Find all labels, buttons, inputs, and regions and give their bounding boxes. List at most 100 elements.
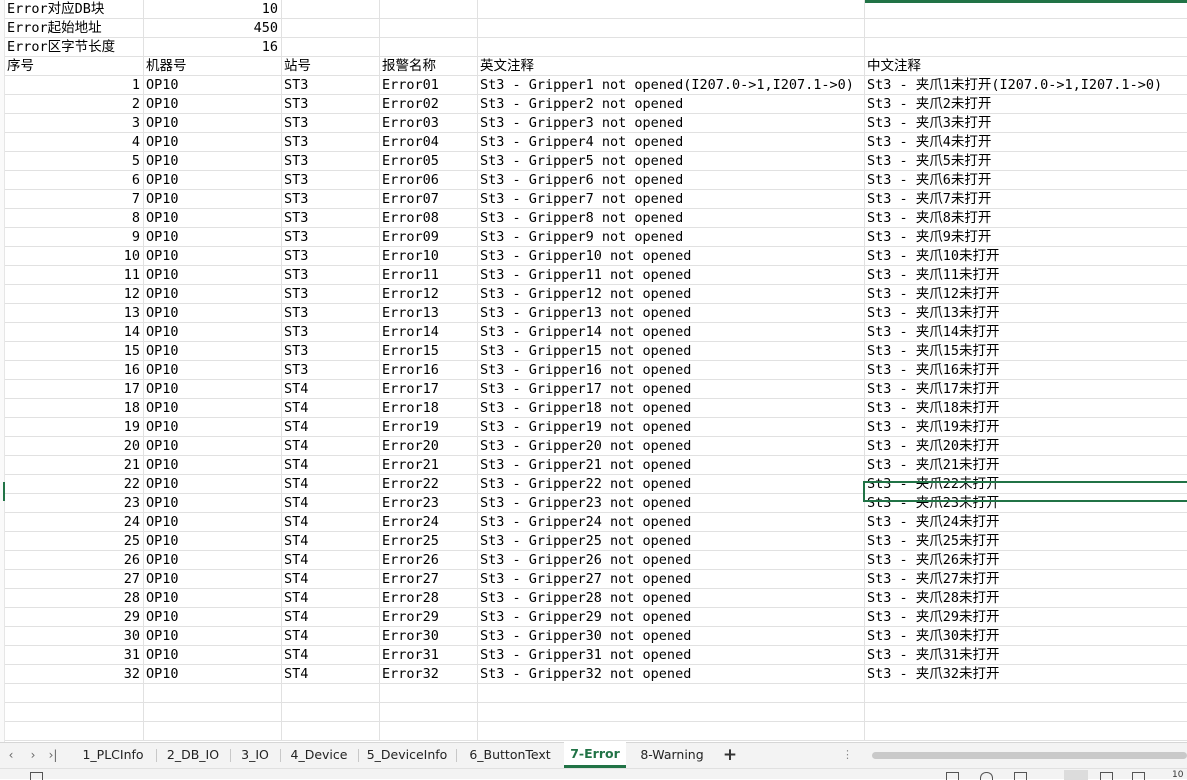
english-comment-cell[interactable]: St3 - Gripper15 not opened	[478, 342, 865, 361]
empty-cell[interactable]	[478, 0, 865, 19]
english-comment-cell[interactable]: St3 - Gripper2 not opened	[478, 95, 865, 114]
seq-number-cell[interactable]: 27	[5, 570, 144, 589]
station-number-cell[interactable]: ST3	[282, 171, 380, 190]
last-sheet-icon[interactable]: ›|	[46, 747, 60, 763]
alarm-name-cell[interactable]: Error26	[380, 551, 478, 570]
chinese-comment-cell[interactable]: St3 - 夹爪3未打开	[865, 114, 1187, 133]
station-number-cell[interactable]: ST3	[282, 152, 380, 171]
english-comment-cell[interactable]: St3 - Gripper11 not opened	[478, 266, 865, 285]
machine-number-cell[interactable]: OP10	[144, 418, 282, 437]
empty-cell[interactable]	[282, 19, 380, 38]
machine-number-cell[interactable]: OP10	[144, 665, 282, 684]
config-value[interactable]: 16	[144, 38, 282, 57]
config-value[interactable]: 450	[144, 19, 282, 38]
station-number-cell[interactable]: ST4	[282, 437, 380, 456]
station-number-cell[interactable]: ST4	[282, 399, 380, 418]
machine-number-cell[interactable]: OP10	[144, 627, 282, 646]
station-number-cell[interactable]: ST3	[282, 361, 380, 380]
alarm-name-cell[interactable]: Error31	[380, 646, 478, 665]
seq-number-cell[interactable]: 22	[5, 475, 144, 494]
column-header-chinese-comment[interactable]: 中文注释	[865, 57, 1187, 76]
empty-cell[interactable]	[865, 38, 1187, 57]
chinese-comment-cell[interactable]: St3 - 夹爪10未打开	[865, 247, 1187, 266]
station-number-cell[interactable]: ST3	[282, 209, 380, 228]
alarm-name-cell[interactable]: Error09	[380, 228, 478, 247]
english-comment-cell[interactable]: St3 - Gripper24 not opened	[478, 513, 865, 532]
alarm-name-cell[interactable]: Error18	[380, 399, 478, 418]
horizontal-scrollbar[interactable]	[872, 752, 1187, 759]
station-number-cell[interactable]: ST4	[282, 513, 380, 532]
seq-number-cell[interactable]: 11	[5, 266, 144, 285]
column-header-alarm-name[interactable]: 报警名称	[380, 57, 478, 76]
chinese-comment-cell[interactable]: St3 - 夹爪24未打开	[865, 513, 1187, 532]
empty-cell[interactable]	[282, 0, 380, 19]
chinese-comment-cell[interactable]: St3 - 夹爪6未打开	[865, 171, 1187, 190]
machine-number-cell[interactable]: OP10	[144, 152, 282, 171]
sheet-tab-3-io[interactable]: 3_IO	[230, 743, 280, 768]
english-comment-cell[interactable]: St3 - Gripper12 not opened	[478, 285, 865, 304]
alarm-name-cell[interactable]: Error06	[380, 171, 478, 190]
station-number-cell[interactable]: ST4	[282, 646, 380, 665]
seq-number-cell[interactable]: 31	[5, 646, 144, 665]
chinese-comment-cell[interactable]: St3 - 夹爪8未打开	[865, 209, 1187, 228]
alarm-name-cell[interactable]: Error11	[380, 266, 478, 285]
alarm-name-cell[interactable]: Error15	[380, 342, 478, 361]
sheet-tab-2-db-io[interactable]: 2_DB_IO	[156, 743, 230, 768]
machine-number-cell[interactable]: OP10	[144, 247, 282, 266]
english-comment-cell[interactable]: St3 - Gripper23 not opened	[478, 494, 865, 513]
machine-number-cell[interactable]: OP10	[144, 285, 282, 304]
station-number-cell[interactable]: ST4	[282, 456, 380, 475]
machine-number-cell[interactable]: OP10	[144, 551, 282, 570]
machine-number-cell[interactable]: OP10	[144, 114, 282, 133]
english-comment-cell[interactable]: St3 - Gripper10 not opened	[478, 247, 865, 266]
seq-number-cell[interactable]: 24	[5, 513, 144, 532]
alarm-name-cell[interactable]: Error25	[380, 532, 478, 551]
seq-number-cell[interactable]: 7	[5, 190, 144, 209]
column-header-seq-number[interactable]: 序号	[5, 57, 144, 76]
alarm-name-cell[interactable]: Error05	[380, 152, 478, 171]
empty-cell[interactable]	[865, 703, 1187, 722]
alarm-name-cell[interactable]: Error29	[380, 608, 478, 627]
alarm-name-cell[interactable]: Error07	[380, 190, 478, 209]
chinese-comment-cell[interactable]: St3 - 夹爪19未打开	[865, 418, 1187, 437]
english-comment-cell[interactable]: St3 - Gripper25 not opened	[478, 532, 865, 551]
empty-cell[interactable]	[282, 703, 380, 722]
seq-number-cell[interactable]: 21	[5, 456, 144, 475]
alarm-name-cell[interactable]: Error12	[380, 285, 478, 304]
english-comment-cell[interactable]: St3 - Gripper32 not opened	[478, 665, 865, 684]
chinese-comment-cell[interactable]: St3 - 夹爪23未打开	[865, 494, 1187, 513]
seq-number-cell[interactable]: 20	[5, 437, 144, 456]
chinese-comment-cell[interactable]: St3 - 夹爪28未打开	[865, 589, 1187, 608]
station-number-cell[interactable]: ST3	[282, 133, 380, 152]
chinese-comment-cell[interactable]: St3 - 夹爪21未打开	[865, 456, 1187, 475]
machine-number-cell[interactable]: OP10	[144, 570, 282, 589]
alarm-name-cell[interactable]: Error17	[380, 380, 478, 399]
chinese-comment-cell[interactable]: St3 - 夹爪1未打开(I207.0->1,I207.1->0)	[865, 76, 1187, 95]
chinese-comment-cell[interactable]: St3 - 夹爪17未打开	[865, 380, 1187, 399]
empty-cell[interactable]	[144, 722, 282, 741]
chinese-comment-cell[interactable]: St3 - 夹爪26未打开	[865, 551, 1187, 570]
seq-number-cell[interactable]: 14	[5, 323, 144, 342]
seq-number-cell[interactable]: 28	[5, 589, 144, 608]
empty-cell[interactable]	[380, 684, 478, 703]
station-number-cell[interactable]: ST4	[282, 570, 380, 589]
alarm-name-cell[interactable]: Error32	[380, 665, 478, 684]
machine-number-cell[interactable]: OP10	[144, 342, 282, 361]
machine-number-cell[interactable]: OP10	[144, 456, 282, 475]
english-comment-cell[interactable]: St3 - Gripper3 not opened	[478, 114, 865, 133]
empty-cell[interactable]	[380, 0, 478, 19]
english-comment-cell[interactable]: St3 - Gripper21 not opened	[478, 456, 865, 475]
sheet-tab-6-buttontext[interactable]: 6_ButtonText	[456, 743, 564, 768]
chinese-comment-cell[interactable]: St3 - 夹爪7未打开	[865, 190, 1187, 209]
empty-cell[interactable]	[5, 722, 144, 741]
alarm-name-cell[interactable]: Error23	[380, 494, 478, 513]
column-header-machine-number[interactable]: 机器号	[144, 57, 282, 76]
chinese-comment-cell[interactable]: St3 - 夹爪14未打开	[865, 323, 1187, 342]
seq-number-cell[interactable]: 32	[5, 665, 144, 684]
english-comment-cell[interactable]: St3 - Gripper31 not opened	[478, 646, 865, 665]
next-sheet-icon[interactable]: ›	[26, 747, 40, 763]
seq-number-cell[interactable]: 13	[5, 304, 144, 323]
english-comment-cell[interactable]: St3 - Gripper29 not opened	[478, 608, 865, 627]
seq-number-cell[interactable]: 17	[5, 380, 144, 399]
empty-cell[interactable]	[380, 38, 478, 57]
